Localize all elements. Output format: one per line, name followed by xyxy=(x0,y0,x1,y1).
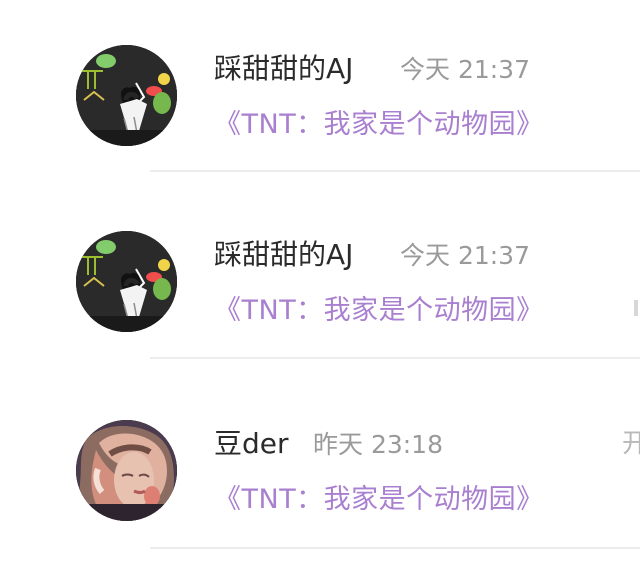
message-preview[interactable]: 《TNT：我家是个动物园》 xyxy=(214,105,544,145)
conversation-item[interactable]: 踩甜甜的AJ 今天 21:37 《TNT：我家是个动物园》 xyxy=(0,222,640,342)
message-preview[interactable]: 《TNT：我家是个动物园》 xyxy=(214,480,544,520)
conversation-item[interactable]: 豆der 昨天 23:18 《TNT：我家是个动物园》 xyxy=(0,411,640,531)
sender-name: 豆der xyxy=(214,427,289,460)
message-time: 昨天 23:18 xyxy=(313,430,443,459)
avatar[interactable] xyxy=(76,231,177,332)
edge-text-fragment: 开 xyxy=(622,429,640,459)
avatar-photo-icon xyxy=(76,231,177,332)
divider xyxy=(150,170,640,172)
sender-name: 踩甜甜的AJ xyxy=(214,52,354,85)
divider xyxy=(150,357,640,359)
avatar-photo-icon xyxy=(76,45,177,146)
message-time: 今天 21:37 xyxy=(400,55,530,84)
conversation-item[interactable]: 踩甜甜的AJ 今天 21:37 《TNT：我家是个动物园》 xyxy=(0,36,640,156)
divider xyxy=(150,547,640,549)
avatar[interactable] xyxy=(76,420,177,521)
sender-name: 踩甜甜的AJ xyxy=(214,238,354,271)
conversation-list: 踩甜甜的AJ 今天 21:37 《TNT：我家是个动物园》 踩甜甜的AJ 今天 … xyxy=(0,0,640,571)
message-preview[interactable]: 《TNT：我家是个动物园》 xyxy=(214,291,544,331)
edge-mark xyxy=(634,300,638,316)
message-time: 今天 21:37 xyxy=(400,241,530,270)
avatar-photo-icon xyxy=(76,420,177,521)
avatar[interactable] xyxy=(76,45,177,146)
